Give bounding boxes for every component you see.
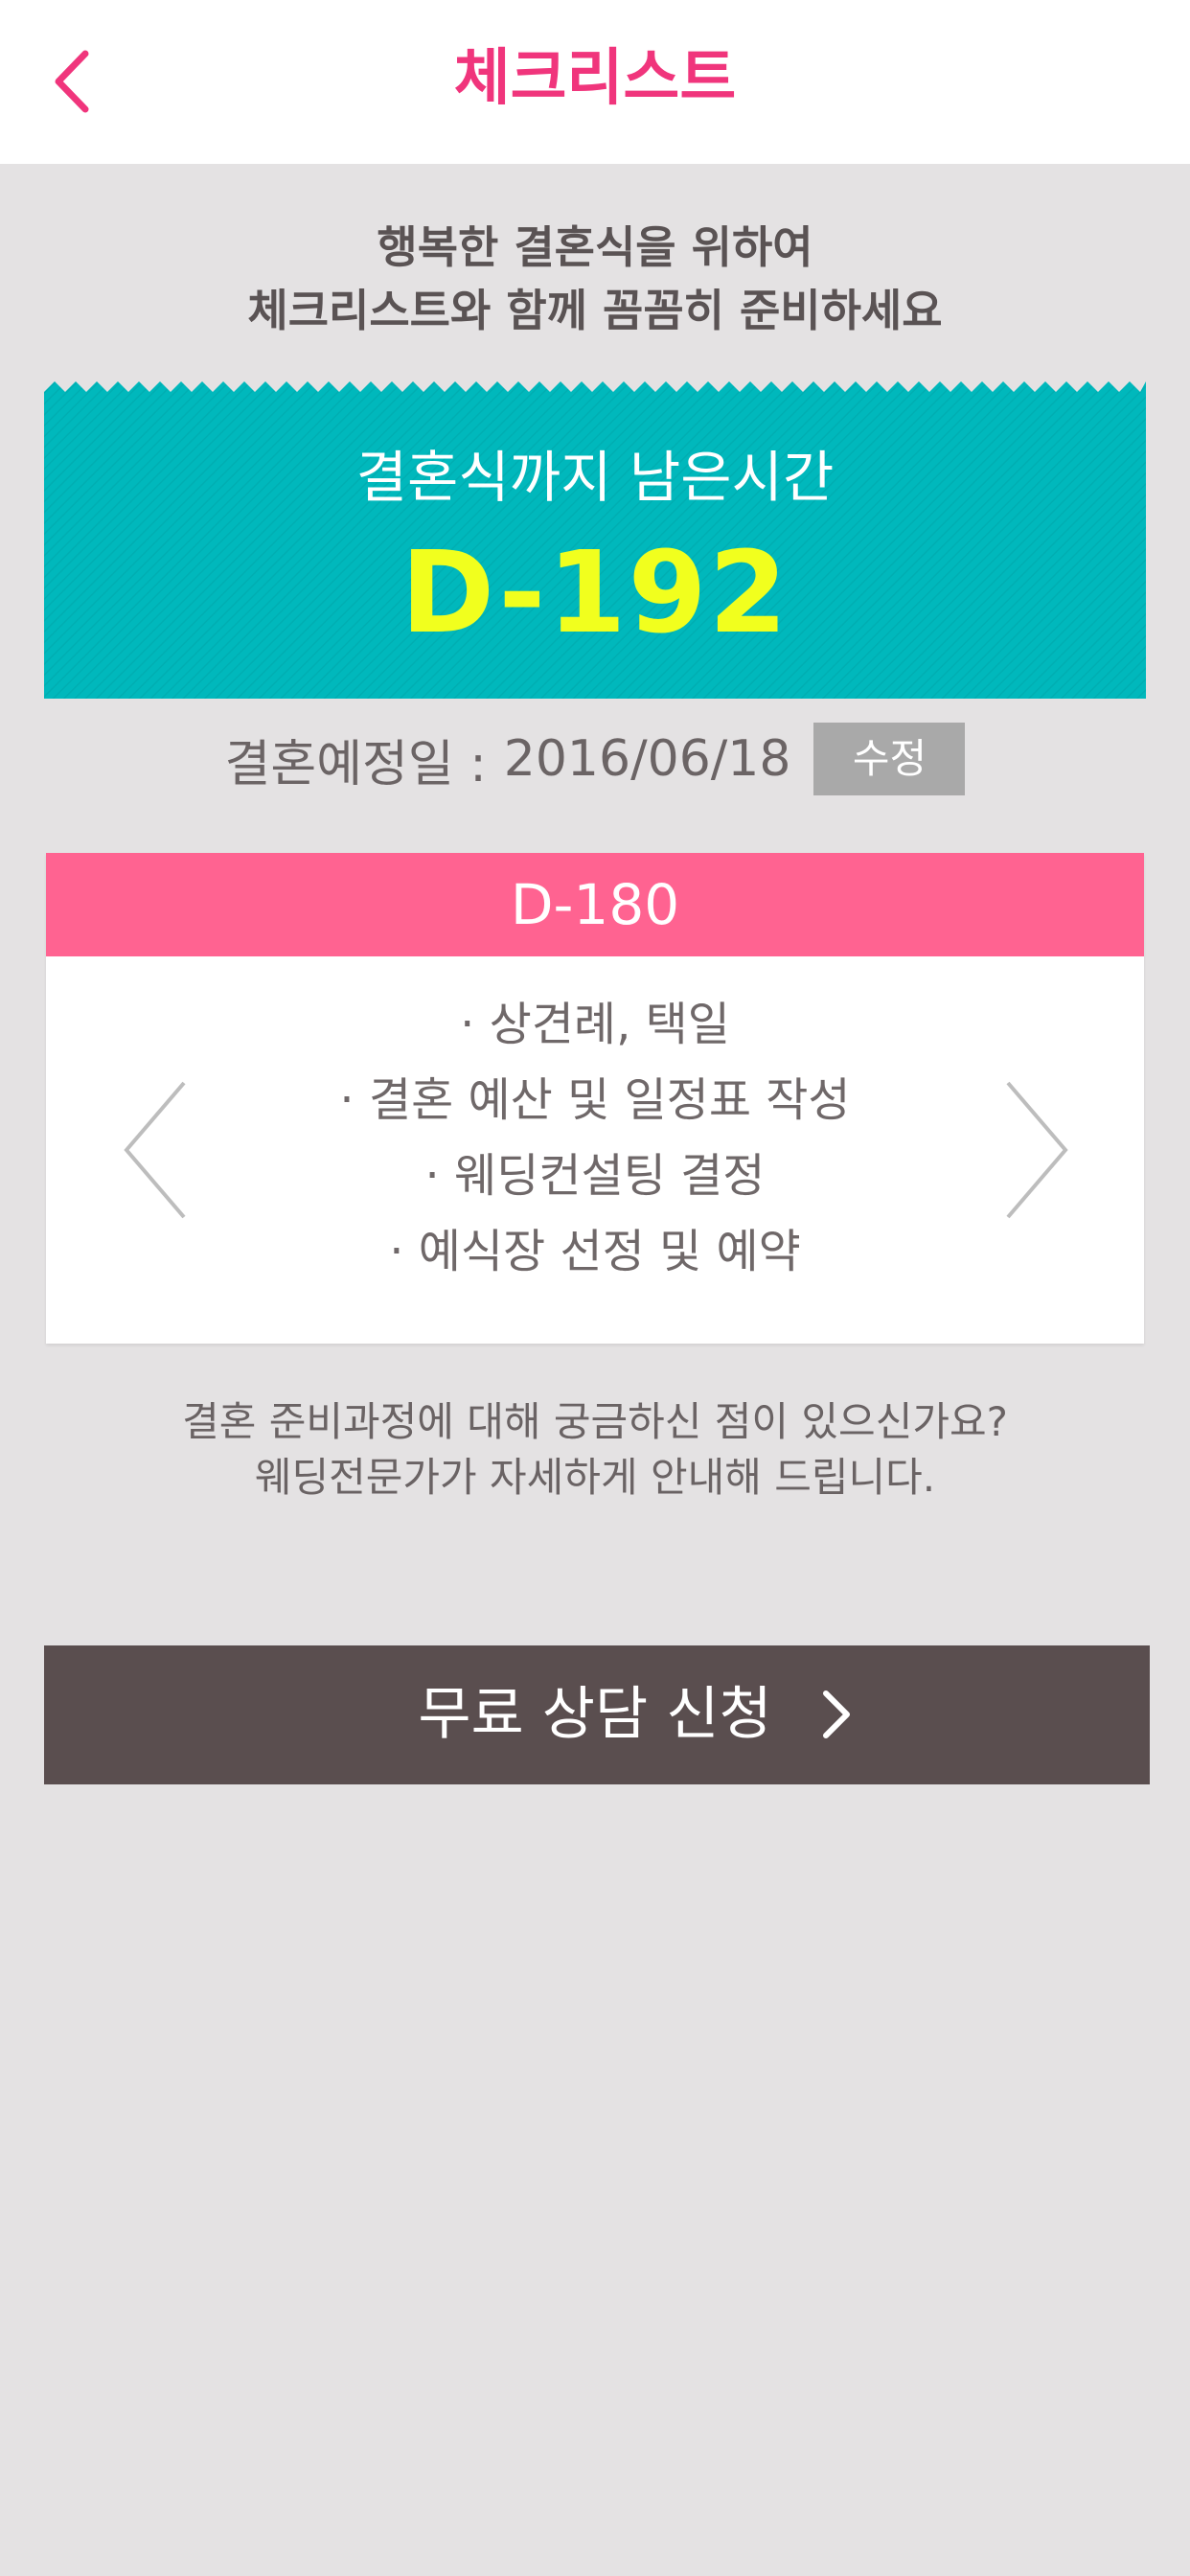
intro-line-1: 행복한 결혼식을 위하여 bbox=[377, 221, 813, 273]
back-button[interactable] bbox=[29, 38, 115, 125]
next-period-button[interactable] bbox=[1006, 1081, 1121, 1224]
checklist-period-header: D-180 bbox=[46, 853, 1144, 956]
countdown-label: 결혼식까지 남은시간 bbox=[355, 445, 835, 510]
intro-line-2: 체크리스트와 함께 꼼꼼히 준비하세요 bbox=[247, 285, 943, 336]
countdown-card: 결혼식까지 남은시간 D-192 bbox=[44, 381, 1146, 699]
checklist-item: · 웨딩컨설팅 결정 bbox=[424, 1149, 766, 1203]
chevron-right-icon bbox=[1006, 1081, 1068, 1219]
page-title: 체크리스트 bbox=[453, 43, 737, 114]
previous-period-button[interactable] bbox=[71, 1081, 186, 1224]
edit-date-button[interactable]: 수정 bbox=[813, 723, 966, 795]
checklist-item: · 결혼 예산 및 일정표 작성 bbox=[339, 1073, 851, 1127]
checklist-item: · 예식장 선정 및 예약 bbox=[389, 1225, 801, 1278]
wedding-date-row: 결혼예정일 : 2016/06/18 수정 bbox=[0, 719, 1190, 799]
checklist-item: · 상견례, 택일 bbox=[460, 998, 730, 1051]
countdown-value: D-192 bbox=[400, 526, 790, 658]
wedding-date-value: 2016/06/18 bbox=[503, 730, 791, 788]
consult-info-line-2: 웨딩전문가가 자세하게 안내해 드립니다. bbox=[254, 1454, 936, 1501]
header-bar: 체크리스트 bbox=[0, 0, 1190, 164]
intro-message: 행복한 결혼식을 위하여 체크리스트와 함께 꼼꼼히 준비하세요 bbox=[0, 216, 1190, 342]
checklist-card: D-180 · 상견례, 택일 · 결혼 예산 및 일정표 작성 · 웨딩컨설팅… bbox=[46, 853, 1144, 1344]
checklist-items: · 상견례, 택일 · 결혼 예산 및 일정표 작성 · 웨딩컨설팅 결정 · … bbox=[190, 987, 1000, 1290]
chevron-left-icon bbox=[55, 50, 89, 113]
consult-info-line-1: 결혼 준비과정에 대해 궁금하신 점이 있으신가요? bbox=[182, 1398, 1008, 1445]
chevron-left-icon bbox=[124, 1081, 186, 1219]
consult-info: 결혼 준비과정에 대해 궁금하신 점이 있으신가요? 웨딩전문가가 자세하게 안… bbox=[0, 1394, 1190, 1506]
chevron-right-icon bbox=[823, 1690, 850, 1738]
free-consultation-button[interactable]: 무료 상담 신청 bbox=[44, 1645, 1150, 1784]
free-consultation-label: 무료 상담 신청 bbox=[418, 1681, 772, 1748]
wedding-date-label: 결혼예정일 : bbox=[224, 735, 487, 794]
